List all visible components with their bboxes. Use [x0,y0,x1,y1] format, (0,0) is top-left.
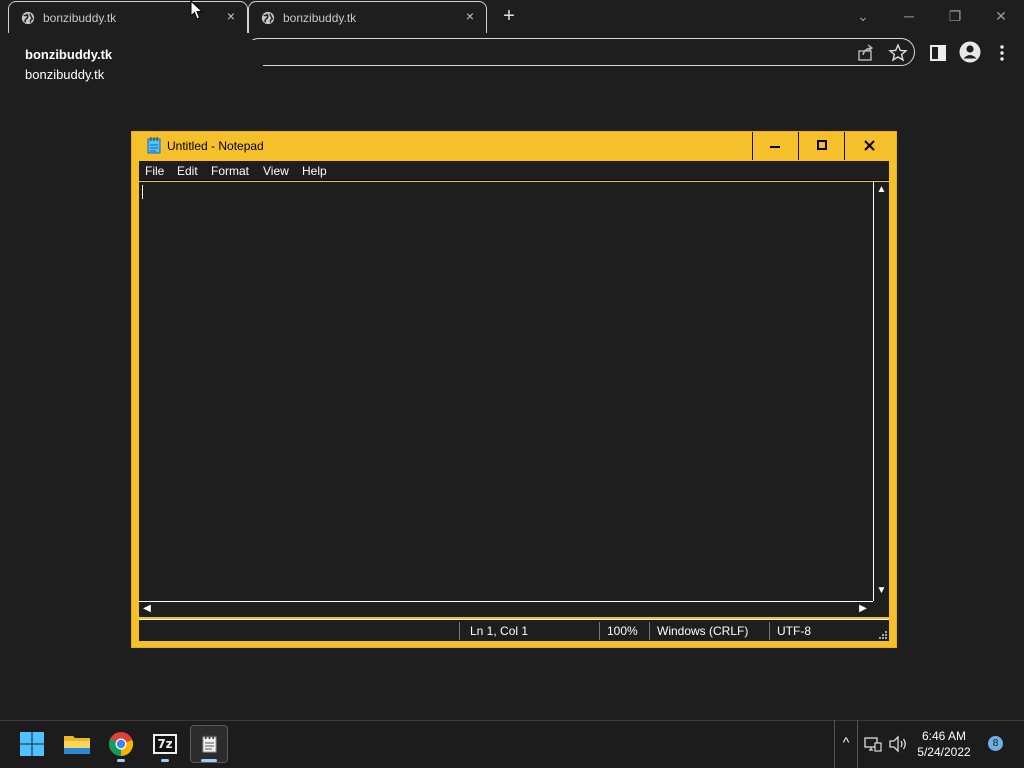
status-separator [649,622,650,640]
7zip-label: 7z [153,734,177,754]
new-tab-button[interactable]: + [498,5,520,27]
menu-format[interactable]: Format [211,164,249,178]
chevron-up-icon: ^ [842,734,850,750]
browser-tab-1[interactable]: bonzibuddy.tk × [8,1,248,33]
notification-badge[interactable]: 8 [988,736,1003,751]
notepad-status-bar: Ln 1, Col 1 100% Windows (CRLF) UTF-8 [139,619,889,641]
address-bar[interactable] [245,38,915,66]
network-icon[interactable] [864,735,882,753]
start-icon[interactable] [13,725,51,763]
maximize-icon [817,140,827,150]
clock-date[interactable]: 5/24/2022 [910,745,978,759]
tab-close-button[interactable]: × [462,8,478,24]
browser-tab-2[interactable]: bonzibuddy.tk × [248,1,487,33]
active-indicator [201,759,217,762]
resize-grip-icon[interactable] [878,630,888,640]
menu-view[interactable]: View [263,164,289,178]
status-separator [459,622,460,640]
side-panel-icon[interactable] [928,43,948,63]
notepad-close-button[interactable] [844,132,894,160]
notepad-taskbar-button[interactable] [190,725,228,763]
vertical-scrollbar[interactable]: ▲ ▼ [873,182,889,601]
status-zoom: 100% [607,624,638,638]
status-encoding: UTF-8 [777,624,811,638]
notepad-minimize-button[interactable] [752,132,798,160]
scroll-up-arrow-icon[interactable]: ▲ [874,184,889,195]
globe-icon [261,11,275,25]
clock-time[interactable]: 6:46 AM [910,729,978,743]
notepad-maximize-button[interactable] [798,132,844,160]
tab-close-button[interactable]: × [223,8,239,24]
window-close-button[interactable]: ✕ [986,6,1016,26]
notepad-icon [202,735,217,753]
running-indicator [117,759,125,762]
text-caret [142,185,143,199]
status-separator [599,622,600,640]
chrome-icon[interactable] [102,725,140,763]
tab-title: bonzibuddy.tk [43,11,117,25]
menu-kebab-icon[interactable] [992,43,1012,63]
running-indicator [161,759,169,762]
globe-icon [21,11,35,25]
autocomplete-suggestion-title[interactable]: bonzibuddy.tk [25,47,112,62]
profile-icon[interactable] [959,41,981,63]
file-explorer-icon[interactable] [58,725,96,763]
status-cursor-position: Ln 1, Col 1 [470,624,529,638]
share-icon[interactable] [856,43,876,63]
window-minimize-button[interactable]: ─ [894,6,924,26]
menu-edit[interactable]: Edit [177,164,198,178]
status-line-endings: Windows (CRLF) [657,624,749,638]
tab-title: bonzibuddy.tk [283,11,357,25]
notepad-title: Untitled - Notepad [167,139,264,153]
horizontal-scrollbar[interactable]: ◀ ▶ [139,601,873,617]
scroll-down-arrow-icon[interactable]: ▼ [874,585,889,596]
autocomplete-suggestion-url[interactable]: bonzibuddy.tk [25,67,104,82]
notepad-app-icon [147,137,161,154]
scroll-right-arrow-icon[interactable]: ▶ [857,603,869,614]
scroll-left-arrow-icon[interactable]: ◀ [141,603,153,614]
menu-help[interactable]: Help [302,164,327,178]
bookmark-star-icon[interactable] [888,43,908,63]
minimize-icon [770,146,780,148]
close-icon [864,140,875,151]
volume-icon[interactable] [888,735,908,753]
7zip-icon[interactable]: 7z [146,725,184,763]
notepad-text-area[interactable] [139,182,873,601]
address-autocomplete-dropdown[interactable]: bonzibuddy.tk bonzibuddy.tk [15,40,263,88]
status-separator [769,622,770,640]
mouse-cursor-icon [190,0,204,20]
notepad-menu-bar: File Edit Format View Help [139,161,889,181]
menu-file[interactable]: File [145,164,164,178]
show-hidden-icons-button[interactable]: ^ [834,720,858,768]
window-restore-button[interactable]: ❐ [940,6,970,26]
tab-search-button[interactable]: ⌄ [848,6,878,26]
scrollbar-corner [873,601,889,617]
